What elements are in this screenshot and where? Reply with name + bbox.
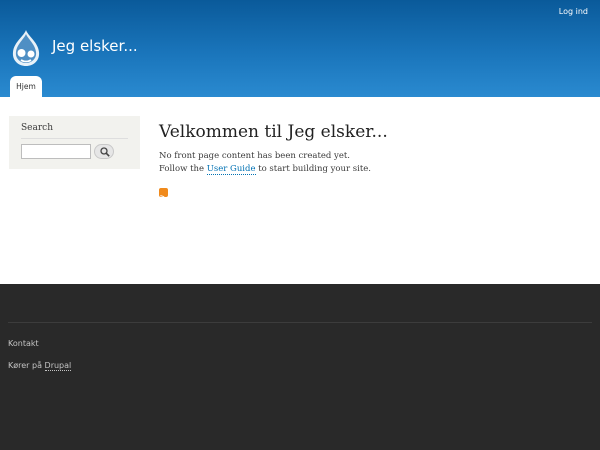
footer-divider xyxy=(8,322,592,323)
site-footer: Kontakt Kører på Drupal xyxy=(0,284,600,450)
drupal-link[interactable]: Drupal xyxy=(44,361,72,371)
page-title: Velkommen til Jeg elsker... xyxy=(159,122,388,142)
search-button[interactable] xyxy=(94,144,114,159)
user-guide-link[interactable]: User Guide xyxy=(206,164,256,175)
user-guide-suffix: to start building your site. xyxy=(255,164,371,174)
rss-glyph xyxy=(160,195,167,202)
magnifier-icon xyxy=(100,147,110,157)
rss-icon[interactable] xyxy=(159,188,168,202)
site-name[interactable]: Jeg elsker... xyxy=(52,37,138,55)
empty-content-message: No front page content has been created y… xyxy=(159,151,350,161)
login-link[interactable]: Log ind xyxy=(559,7,588,16)
site-header: Log ind Jeg elsker... Hjem xyxy=(0,0,600,97)
search-block-title: Search xyxy=(21,123,53,133)
footer-contact-link[interactable]: Kontakt xyxy=(8,339,39,348)
powered-by-prefix: Kører på xyxy=(8,361,45,370)
powered-by: Kører på Drupal xyxy=(8,361,72,371)
search-block-divider xyxy=(21,138,128,139)
front-page-message: No front page content has been created y… xyxy=(159,150,371,176)
user-guide-message: Follow the User Guide to start building … xyxy=(159,163,371,176)
user-guide-prefix: Follow the xyxy=(159,164,207,174)
search-input[interactable] xyxy=(21,144,91,159)
tab-home[interactable]: Hjem xyxy=(10,76,42,97)
drupal-drop-icon[interactable] xyxy=(8,28,44,68)
search-block: Search xyxy=(9,116,140,169)
